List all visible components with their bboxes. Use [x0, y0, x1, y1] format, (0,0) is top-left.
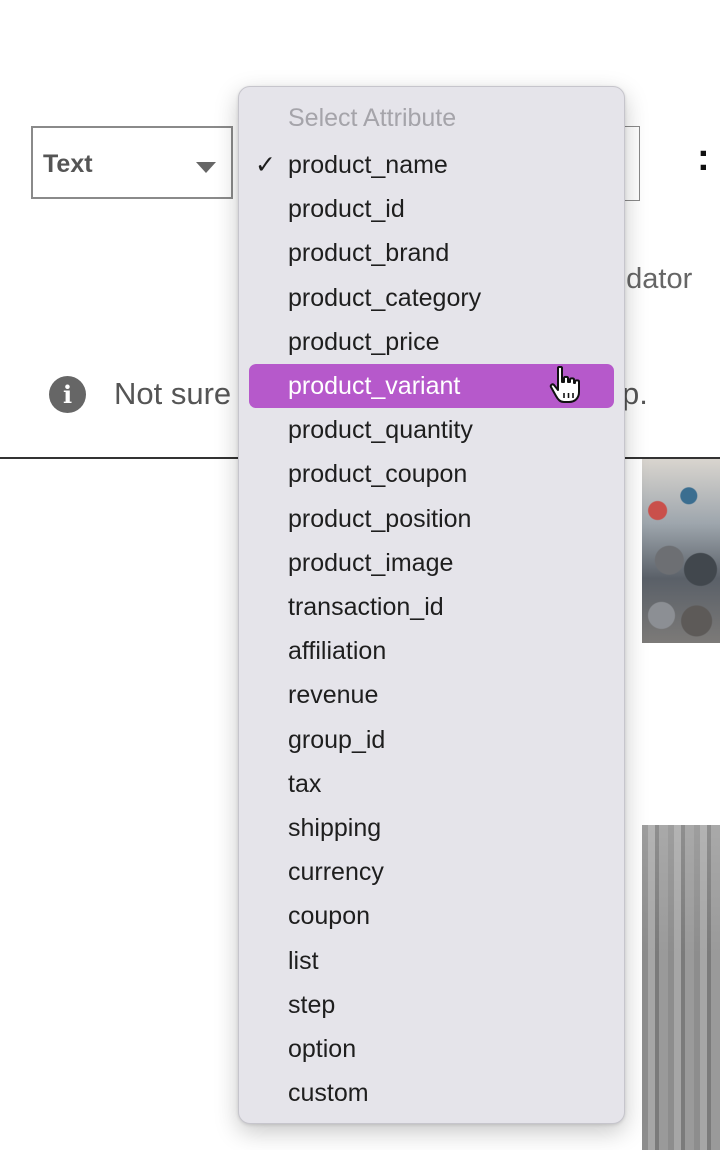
option-product-price[interactable]: product_price [249, 320, 614, 364]
option-product-variant[interactable]: product_variant [249, 364, 614, 408]
option-product-quantity[interactable]: product_quantity [249, 408, 614, 452]
option-label: tax [288, 769, 322, 798]
option-product-id[interactable]: product_id [249, 187, 614, 231]
option-custom[interactable]: custom [249, 1071, 614, 1115]
type-select[interactable]: Text [31, 126, 233, 199]
info-icon: i [49, 376, 86, 413]
option-label: transaction_id [288, 593, 444, 621]
option-label: product_name [288, 151, 448, 179]
option-list[interactable]: list [249, 939, 614, 983]
option-affiliation[interactable]: affiliation [249, 629, 614, 673]
option-label: affiliation [288, 637, 387, 666]
option-label: custom [288, 1079, 369, 1108]
option-product-category[interactable]: product_category [249, 276, 614, 320]
option-label: product_quantity [288, 416, 473, 445]
option-label: product_position [288, 504, 472, 533]
option-label: product_image [288, 548, 454, 577]
row-options-icon[interactable]: : [697, 137, 710, 180]
option-option[interactable]: option [249, 1027, 614, 1071]
option-shipping[interactable]: shipping [249, 806, 614, 850]
option-transaction-id[interactable]: transaction_id [249, 585, 614, 629]
checkmark-icon: ✓ [255, 150, 276, 179]
option-product-brand[interactable]: product_brand [249, 231, 614, 275]
option-label: list [288, 946, 319, 975]
option-label: coupon [288, 902, 371, 931]
help-notice-text: Not sure [114, 376, 232, 411]
attribute-dropdown-menu: Select Attribute ✓ product_name product_id… [238, 86, 625, 1124]
option-group-id[interactable]: group_id [249, 718, 614, 762]
option-label: step [288, 990, 336, 1019]
option-product-name[interactable]: ✓ product_name [249, 143, 614, 187]
option-label: product_price [288, 327, 440, 356]
option-label: option [288, 1035, 357, 1063]
option-currency[interactable]: currency [249, 850, 614, 894]
option-label: product_id [288, 195, 405, 224]
caret-down-icon [196, 162, 216, 173]
wood-photo-thumbnail [642, 825, 720, 1150]
option-label: product_brand [288, 239, 450, 268]
option-product-position[interactable]: product_position [249, 497, 614, 541]
dropdown-header: Select Attribute [288, 104, 457, 132]
option-coupon[interactable]: coupon [249, 894, 614, 938]
option-label: revenue [288, 681, 379, 710]
option-label: product_coupon [288, 460, 468, 489]
option-product-coupon[interactable]: product_coupon [249, 452, 614, 496]
help-notice-text-end: p. [622, 376, 648, 411]
option-product-image[interactable]: product_image [249, 541, 614, 585]
option-tax[interactable]: tax [249, 762, 614, 806]
option-label: group_id [288, 725, 386, 754]
option-label: shipping [288, 814, 382, 842]
type-select-value: Text [43, 150, 93, 178]
option-label: product_category [288, 283, 482, 312]
option-step[interactable]: step [249, 983, 614, 1027]
option-label: currency [288, 858, 384, 887]
option-revenue[interactable]: revenue [249, 673, 614, 717]
option-label: product_variant [288, 372, 461, 400]
street-photo-thumbnail [642, 459, 720, 643]
